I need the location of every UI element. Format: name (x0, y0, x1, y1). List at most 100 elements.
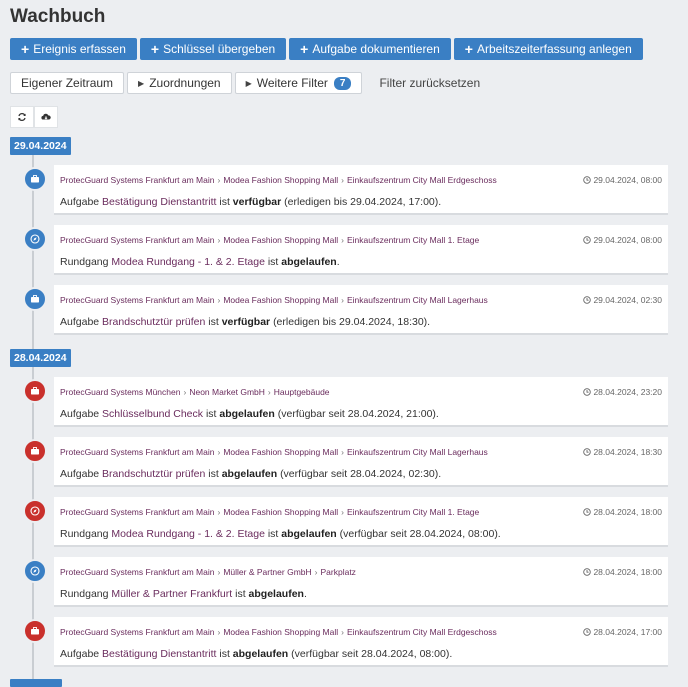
clock-icon (583, 568, 591, 576)
entry-name-link[interactable]: Müller & Partner Frankfurt (111, 588, 232, 600)
timeline-node (23, 227, 47, 251)
hand-over-key-button[interactable]: +Schlüssel übergeben (140, 38, 286, 60)
entry-message: Aufgabe Bestätigung Dienstantritt ist ve… (60, 196, 441, 208)
breadcrumb-area[interactable]: Einkaufszentrum City Mall Lagerhaus (347, 447, 488, 457)
briefcase-icon (30, 626, 40, 636)
breadcrumb-area[interactable]: Parkplatz (321, 567, 356, 577)
breadcrumb-company[interactable]: ProtecGuard Systems Frankfurt am Main (60, 567, 214, 577)
entry-name-link[interactable]: Bestätigung Dienstantritt (102, 196, 216, 208)
entry-name-link[interactable]: Brandschutztür prüfen (102, 468, 205, 480)
cloud-download-icon (41, 112, 51, 122)
breadcrumb-separator: › (341, 235, 344, 245)
timestamp-text: 28.04.2024, 18:00 (593, 507, 662, 517)
entry-type: Aufgabe (60, 196, 99, 208)
caret-right-icon: ▶ (138, 79, 144, 88)
breadcrumb-object[interactable]: Müller & Partner GmbH (223, 567, 311, 577)
location-breadcrumb: ProtecGuard Systems Frankfurt am Main›Mo… (60, 507, 479, 517)
entry-message: Aufgabe Brandschutztür prüfen ist abgela… (60, 468, 441, 480)
log-entry-card[interactable]: ProtecGuard Systems Frankfurt am Main›Mo… (54, 497, 668, 547)
location-breadcrumb: ProtecGuard Systems München›Neon Market … (60, 387, 330, 397)
reset-filters-link[interactable]: Filter zurücksetzen (379, 76, 480, 90)
create-time-record-button[interactable]: +Arbeitszeiterfassung anlegen (454, 38, 643, 60)
entry-name-link[interactable]: Brandschutztür prüfen (102, 316, 205, 328)
breadcrumb-separator: › (183, 387, 186, 397)
assignments-filter-button[interactable]: ▶Zuordnungen (127, 72, 232, 94)
entry-verb: ist (206, 408, 217, 420)
briefcase-icon (30, 386, 40, 396)
breadcrumb-object[interactable]: Modea Fashion Shopping Mall (223, 295, 338, 305)
entry-timestamp: 29.04.2024, 02:30 (583, 295, 662, 305)
location-breadcrumb: ProtecGuard Systems Frankfurt am Main›Mo… (60, 175, 497, 185)
log-entry-card[interactable]: ProtecGuard Systems Frankfurt am Main›Mo… (54, 165, 668, 215)
breadcrumb-separator: › (217, 507, 220, 517)
breadcrumb-area[interactable]: Einkaufszentrum City Mall Erdgeschoss (347, 627, 497, 637)
breadcrumb-area[interactable]: Einkaufszentrum City Mall Lagerhaus (347, 295, 488, 305)
timestamp-text: 29.04.2024, 02:30 (593, 295, 662, 305)
briefcase-icon (30, 294, 40, 304)
location-breadcrumb: ProtecGuard Systems Frankfurt am Main›Mo… (60, 627, 497, 637)
breadcrumb-area[interactable]: Einkaufszentrum City Mall 1. Etage (347, 507, 479, 517)
entry-timestamp: 29.04.2024, 08:00 (583, 175, 662, 185)
entry-timestamp: 28.04.2024, 18:30 (583, 447, 662, 457)
breadcrumb-area[interactable]: Einkaufszentrum City Mall Erdgeschoss (347, 175, 497, 185)
log-entry-card[interactable]: ProtecGuard Systems Frankfurt am Main›Mo… (54, 225, 668, 275)
breadcrumb-company[interactable]: ProtecGuard Systems Frankfurt am Main (60, 447, 214, 457)
document-task-button[interactable]: +Aufgabe dokumentieren (289, 38, 451, 60)
entry-type: Rundgang (60, 256, 108, 268)
entry-type: Aufgabe (60, 468, 99, 480)
log-entry-card[interactable]: ProtecGuard Systems Frankfurt am Main›Mo… (54, 437, 668, 487)
more-filters-button[interactable]: ▶Weitere Filter7 (235, 72, 363, 94)
location-breadcrumb: ProtecGuard Systems Frankfurt am Main›Mo… (60, 295, 488, 305)
breadcrumb-company[interactable]: ProtecGuard Systems Frankfurt am Main (60, 295, 214, 305)
breadcrumb-object[interactable]: Modea Fashion Shopping Mall (223, 175, 338, 185)
breadcrumb-object[interactable]: Neon Market GmbH (189, 387, 265, 397)
entry-name-link[interactable]: Modea Rundgang - 1. & 2. Etage (111, 256, 265, 268)
briefcase-icon (30, 446, 40, 456)
timeline-node (23, 559, 47, 583)
entry-message: Aufgabe Schlüsselbund Check ist abgelauf… (60, 408, 439, 420)
breadcrumb-area[interactable]: Hauptgebäude (274, 387, 330, 397)
breadcrumb-company[interactable]: ProtecGuard Systems Frankfurt am Main (60, 175, 214, 185)
briefcase-icon (30, 174, 40, 184)
timeline-node (23, 439, 47, 463)
breadcrumb-separator: › (217, 447, 220, 457)
refresh-button[interactable] (10, 106, 34, 128)
breadcrumb-object[interactable]: Modea Fashion Shopping Mall (223, 627, 338, 637)
breadcrumb-object[interactable]: Modea Fashion Shopping Mall (223, 507, 338, 517)
entry-name-link[interactable]: Bestätigung Dienstantritt (102, 648, 216, 660)
entry-status: abgelaufen (233, 648, 288, 660)
entry-name-link[interactable]: Schlüsselbund Check (102, 408, 203, 420)
breadcrumb-object[interactable]: Modea Fashion Shopping Mall (223, 235, 338, 245)
entry-status: abgelaufen (249, 588, 304, 600)
timeline-node (23, 167, 47, 191)
log-entry-card[interactable]: ProtecGuard Systems Frankfurt am Main›Mü… (54, 557, 668, 607)
entry-status: abgelaufen (219, 408, 274, 420)
breadcrumb-separator: › (341, 507, 344, 517)
entry-detail: . (304, 588, 307, 600)
log-entry-card[interactable]: ProtecGuard Systems Frankfurt am Main›Mo… (54, 285, 668, 335)
breadcrumb-company[interactable]: ProtecGuard Systems Frankfurt am Main (60, 627, 214, 637)
entry-status: abgelaufen (281, 256, 336, 268)
add-event-button[interactable]: +Ereignis erfassen (10, 38, 137, 60)
breadcrumb-separator: › (217, 295, 220, 305)
entry-verb: ist (208, 468, 219, 480)
location-breadcrumb: ProtecGuard Systems Frankfurt am Main›Mo… (60, 447, 488, 457)
entry-detail: (verfügbar seit 28.04.2024, 08:00). (291, 648, 452, 660)
refresh-icon (17, 112, 27, 122)
breadcrumb-company[interactable]: ProtecGuard Systems Frankfurt am Main (60, 507, 214, 517)
log-entry-card[interactable]: ProtecGuard Systems Frankfurt am Main›Mo… (54, 617, 668, 667)
date-separator: 29.04.2024 (10, 137, 71, 155)
entry-verb: ist (268, 528, 279, 540)
entry-name-link[interactable]: Modea Rundgang - 1. & 2. Etage (111, 528, 265, 540)
compass-icon (30, 506, 40, 516)
action-toolbar: +Ereignis erfassen +Schlüssel übergeben … (10, 38, 643, 60)
breadcrumb-object[interactable]: Modea Fashion Shopping Mall (223, 447, 338, 457)
filter-bar: Eigener Zeitraum ▶Zuordnungen ▶Weitere F… (10, 72, 480, 94)
custom-range-button[interactable]: Eigener Zeitraum (10, 72, 124, 94)
breadcrumb-area[interactable]: Einkaufszentrum City Mall 1. Etage (347, 235, 479, 245)
breadcrumb-company[interactable]: ProtecGuard Systems Frankfurt am Main (60, 235, 214, 245)
download-button[interactable] (34, 106, 58, 128)
entry-type: Aufgabe (60, 648, 99, 660)
breadcrumb-company[interactable]: ProtecGuard Systems München (60, 387, 180, 397)
log-entry-card[interactable]: ProtecGuard Systems München›Neon Market … (54, 377, 668, 427)
